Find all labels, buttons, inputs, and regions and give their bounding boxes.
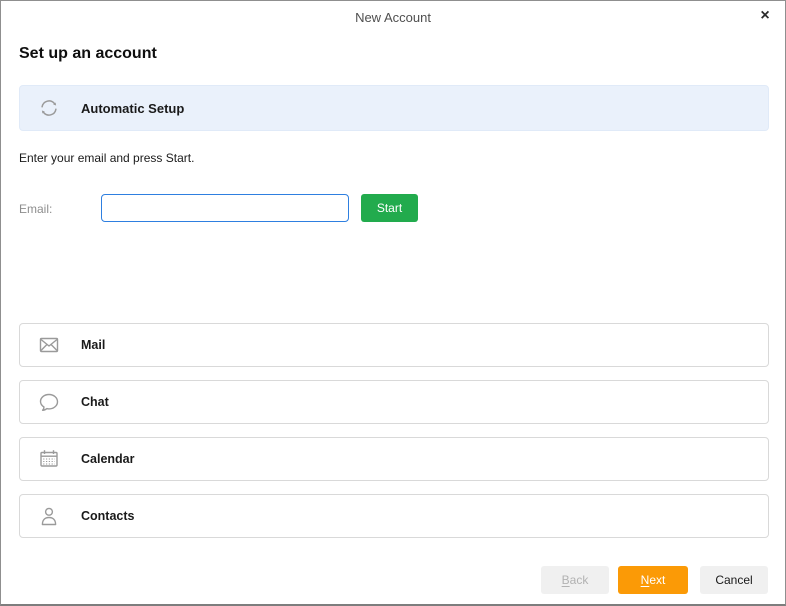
sync-icon — [37, 96, 61, 120]
service-label-calendar: Calendar — [81, 452, 135, 466]
chat-icon — [37, 390, 61, 414]
contacts-icon — [37, 504, 61, 528]
service-row-mail[interactable]: Mail — [19, 323, 769, 367]
window-title: New Account — [355, 10, 431, 25]
back-button[interactable]: Back — [541, 566, 609, 594]
new-account-dialog: New Account × Set up an account Automati… — [0, 0, 786, 606]
service-row-chat[interactable]: Chat — [19, 380, 769, 424]
mail-icon — [37, 333, 61, 357]
service-label-contacts: Contacts — [81, 509, 134, 523]
email-label: Email: — [19, 202, 52, 216]
instruction-text: Enter your email and press Start. — [19, 151, 194, 165]
email-input[interactable] — [101, 194, 349, 222]
service-label-mail: Mail — [81, 338, 105, 352]
calendar-icon — [37, 447, 61, 471]
start-button[interactable]: Start — [361, 194, 418, 222]
page-title: Set up an account — [19, 45, 157, 63]
next-button[interactable]: Next — [618, 566, 688, 594]
close-icon[interactable]: × — [754, 5, 776, 27]
service-row-calendar[interactable]: Calendar — [19, 437, 769, 481]
automatic-setup-label: Automatic Setup — [81, 101, 184, 116]
service-row-contacts[interactable]: Contacts — [19, 494, 769, 538]
titlebar: New Account — [1, 1, 785, 31]
cancel-button[interactable]: Cancel — [700, 566, 768, 594]
automatic-setup-panel[interactable]: Automatic Setup — [19, 85, 769, 131]
service-label-chat: Chat — [81, 395, 109, 409]
